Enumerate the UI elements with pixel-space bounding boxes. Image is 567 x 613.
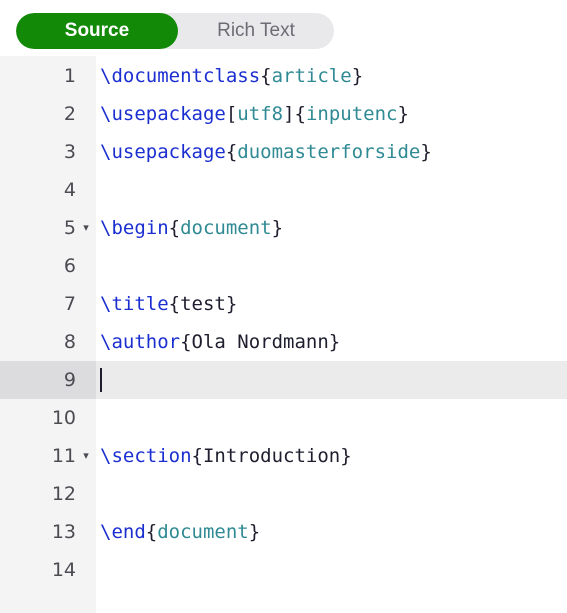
code-text: \author{Ola Nordmann}	[100, 323, 340, 361]
code-line[interactable]: 12	[0, 475, 567, 513]
latex-argument: inputenc	[305, 103, 398, 125]
latex-command: \section	[100, 445, 192, 467]
active-code-line[interactable]: 9	[0, 361, 567, 399]
code-token: }	[397, 103, 409, 125]
code-token: {	[225, 141, 238, 163]
code-token: }	[420, 141, 432, 163]
code-text: \end{document}	[100, 513, 260, 551]
fold-toggle-icon[interactable]: ▾	[79, 209, 93, 247]
code-token: {	[168, 217, 181, 239]
line-number: 6	[63, 255, 76, 277]
latex-command: \author	[100, 331, 181, 353]
code-line-background	[96, 247, 567, 285]
latex-command: \title	[100, 293, 169, 315]
code-line-background	[96, 399, 567, 437]
line-number: 11	[51, 445, 76, 467]
latex-command: \usepackage	[100, 141, 226, 163]
code-text: \usepackage[utf8]{inputenc}	[100, 95, 409, 133]
latex-argument: duomasterforside	[237, 141, 421, 163]
code-line-background	[96, 551, 567, 589]
code-line[interactable]: 3 \usepackage{duomasterforside}	[0, 133, 567, 171]
code-line[interactable]: 8 \author{Ola Nordmann}	[0, 323, 567, 361]
code-text: \documentclass{article}	[100, 57, 363, 95]
code-text: \title{test}	[100, 285, 237, 323]
latex-command: \begin	[100, 217, 169, 239]
fold-toggle-icon[interactable]: ▾	[79, 437, 93, 475]
line-number: 10	[51, 407, 76, 429]
line-number: 14	[51, 559, 76, 581]
code-line-background	[96, 361, 567, 399]
code-token: {	[145, 521, 158, 543]
code-token: }	[248, 521, 261, 543]
code-editor[interactable]: 1 \documentclass{article} 2 \usepackage[utf…	[0, 56, 567, 613]
code-token: }	[351, 65, 364, 87]
code-line[interactable]: 4	[0, 171, 567, 209]
latex-argument: article	[271, 65, 352, 87]
line-number: 12	[51, 483, 76, 505]
latex-argument: document	[180, 217, 272, 239]
code-line[interactable]: 2 \usepackage[utf8]{inputenc}	[0, 95, 567, 133]
editor-toolbar: Source Rich Text	[0, 0, 567, 56]
code-token: {test}	[168, 293, 238, 315]
latex-command: \documentclass	[100, 65, 261, 87]
line-number: 3	[63, 141, 76, 163]
latex-command: \end	[100, 521, 146, 543]
code-text: \section{Introduction}	[100, 437, 352, 475]
code-token: ]{	[283, 103, 306, 125]
code-token: [	[225, 103, 238, 125]
line-number: 8	[63, 331, 76, 353]
code-line[interactable]: 5 ▾ \begin{document}	[0, 209, 567, 247]
text-cursor	[100, 368, 102, 392]
rich-text-mode-button[interactable]: Rich Text	[178, 13, 334, 49]
line-number: 7	[63, 293, 76, 315]
code-line[interactable]: 7 \title{test}	[0, 285, 567, 323]
editor-mode-toggle: Source Rich Text	[16, 13, 334, 49]
code-text: \begin{document}	[100, 209, 283, 247]
latex-command: \usepackage	[100, 103, 226, 125]
line-number: 4	[63, 179, 76, 201]
code-line[interactable]: 1 \documentclass{article}	[0, 57, 567, 95]
line-number: 2	[63, 103, 76, 125]
code-line-background	[96, 171, 567, 209]
code-token: {Introduction}	[191, 445, 352, 467]
source-mode-button[interactable]: Source	[16, 13, 178, 49]
line-number: 9	[63, 369, 76, 391]
latex-argument: document	[157, 521, 249, 543]
code-line-background	[96, 475, 567, 513]
code-token: {	[260, 65, 272, 87]
code-line[interactable]: 6	[0, 247, 567, 285]
code-token: {Ola Nordmann}	[180, 331, 341, 353]
line-number: 5	[63, 217, 76, 239]
line-number: 13	[51, 521, 76, 543]
line-number: 1	[63, 65, 76, 87]
code-line[interactable]: 14	[0, 551, 567, 589]
code-token: }	[271, 217, 284, 239]
code-line[interactable]: 10	[0, 399, 567, 437]
latex-argument: utf8	[237, 103, 284, 125]
code-line[interactable]: 11 ▾ \section{Introduction}	[0, 437, 567, 475]
code-text: \usepackage{duomasterforside}	[100, 133, 432, 171]
code-line[interactable]: 13 \end{document}	[0, 513, 567, 551]
